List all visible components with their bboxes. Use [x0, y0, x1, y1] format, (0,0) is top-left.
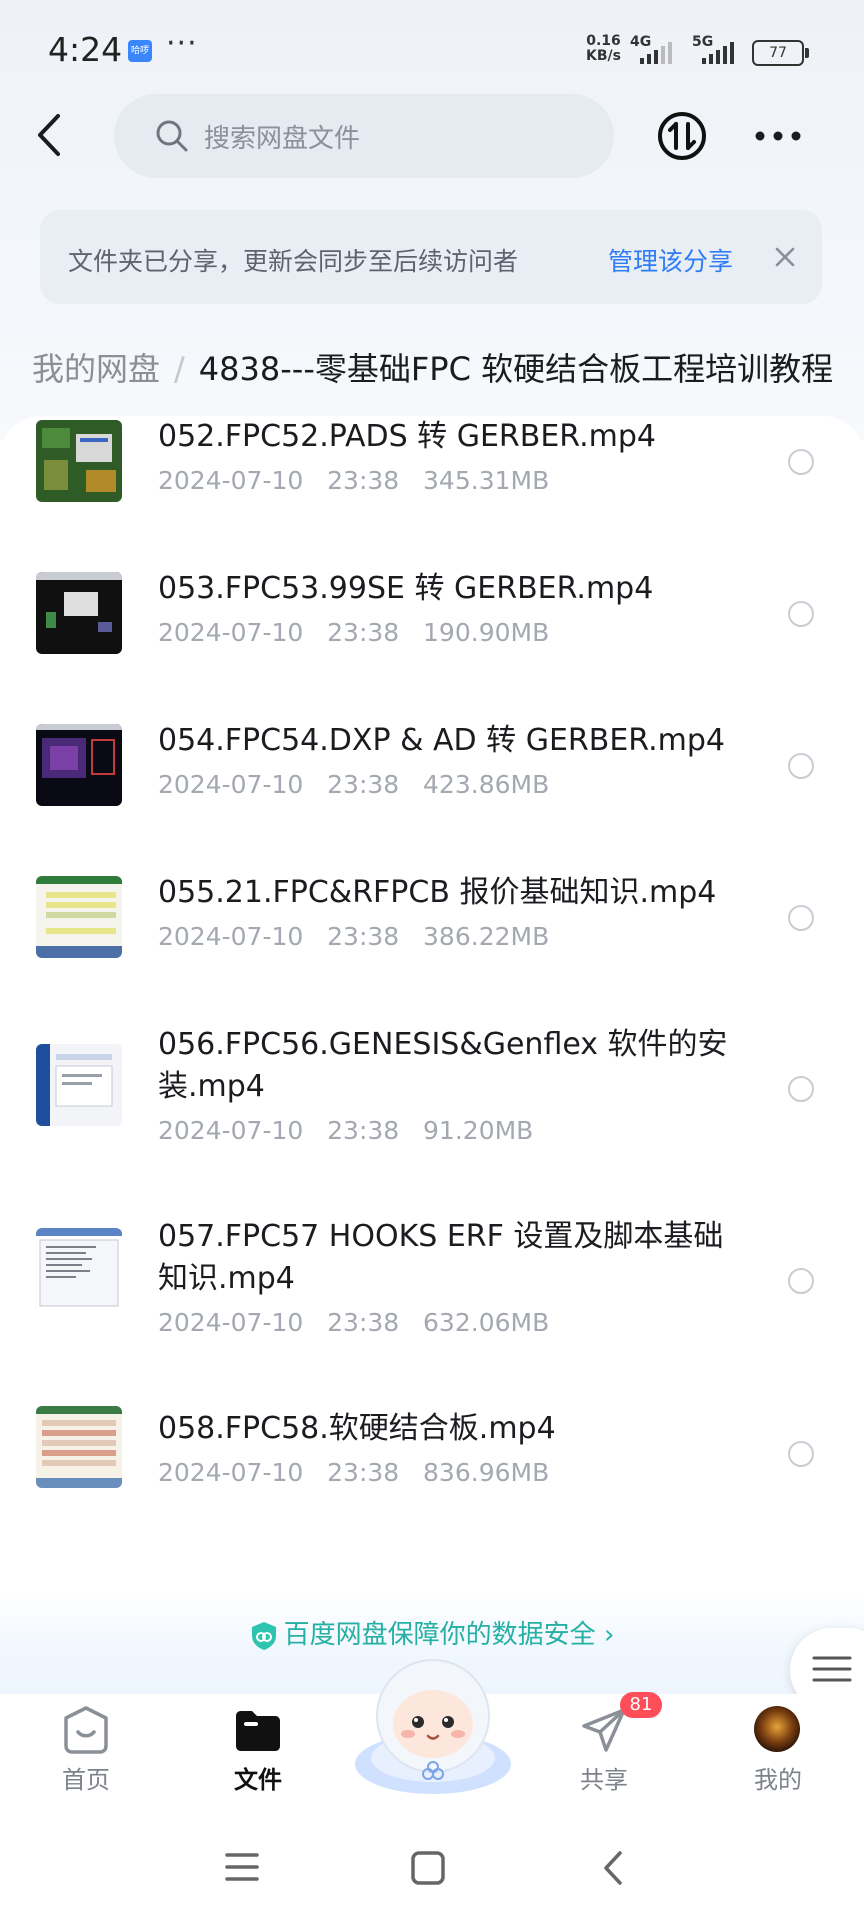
select-checkbox[interactable] — [788, 905, 814, 931]
folder-icon — [236, 1711, 280, 1751]
nav-files-label: 文件 — [234, 1766, 282, 1794]
manage-share-link[interactable]: 管理该分享 — [608, 242, 733, 278]
file-name: 053.FPC53.99SE 转 GERBER.mp4 — [158, 571, 654, 606]
file-meta: 2024-07-10 23:38 423.86MB — [158, 770, 549, 799]
file-name: 054.FPC54.DXP & AD 转 GERBER.mp4 — [158, 723, 725, 758]
nav-files[interactable]: 文件 — [198, 1694, 318, 1820]
search-placeholder: 搜索网盘文件 — [204, 124, 361, 154]
select-checkbox[interactable] — [788, 1076, 814, 1102]
select-checkbox[interactable] — [788, 601, 814, 627]
file-time: 23:38 — [327, 1308, 400, 1337]
nav-me-label: 我的 — [754, 1766, 802, 1794]
file-name: 055.21.FPC&RFPCB 报价基础知识.mp4 — [158, 875, 717, 910]
breadcrumb-separator: / — [174, 350, 185, 388]
transfer-icon[interactable] — [656, 110, 708, 162]
share-count-badge: 81 — [620, 1692, 662, 1718]
file-size: 190.90MB — [423, 618, 550, 647]
more-options-icon[interactable] — [754, 128, 802, 144]
network-speed: 0.16 KB/s — [586, 34, 621, 64]
more-notifications-icon: ··· — [166, 26, 198, 61]
select-checkbox[interactable] — [788, 1268, 814, 1294]
network-speed-unit: KB/s — [586, 48, 621, 64]
file-list: 052.FPC52.PADS 转 GERBER.mp4 2024-07-10 2… — [0, 416, 864, 1696]
system-navigation-bar — [0, 1820, 864, 1920]
shield-icon — [251, 1621, 276, 1650]
file-meta: 2024-07-10 23:38 836.96MB — [158, 1458, 549, 1487]
video-thumbnail-icon — [36, 1406, 122, 1488]
file-date: 2024-07-10 — [158, 618, 304, 647]
video-thumbnail-icon — [36, 1044, 122, 1126]
app-notification-icon: 哈啰 — [128, 40, 152, 62]
file-size: 423.86MB — [423, 770, 550, 799]
select-checkbox[interactable] — [788, 449, 814, 475]
file-date: 2024-07-10 — [158, 770, 304, 799]
file-size: 836.96MB — [423, 1458, 550, 1487]
file-size: 345.31MB — [423, 466, 550, 495]
share-notice-banner: 文件夹已分享，更新会同步至后续访问者 管理该分享 — [40, 210, 822, 304]
breadcrumb-current-folder: 4838---零基础FPC 软硬结合板工程培训教程 — [198, 350, 834, 388]
video-thumbnail-icon — [36, 724, 122, 806]
video-thumbnail-icon — [36, 1228, 122, 1310]
file-name: 052.FPC52.PADS 转 GERBER.mp4 — [158, 419, 656, 454]
network-speed-value: 0.16 — [586, 33, 621, 49]
file-time: 23:38 — [327, 466, 400, 495]
search-bar[interactable]: 搜索网盘文件 — [114, 94, 614, 178]
share-notice-text: 文件夹已分享，更新会同步至后续访问者 — [68, 247, 519, 276]
video-thumbnail-icon — [36, 572, 122, 654]
nav-home-label: 首页 — [62, 1766, 110, 1794]
file-time: 23:38 — [327, 922, 400, 951]
status-bar: 4:24 哈啰 ··· 0.16 KB/s 4G 5G 77 — [0, 0, 864, 100]
file-time: 23:38 — [327, 1458, 400, 1487]
file-date: 2024-07-10 — [158, 1308, 304, 1337]
file-size: 91.20MB — [423, 1116, 534, 1145]
file-size: 632.06MB — [423, 1308, 550, 1337]
file-time: 23:38 — [327, 1116, 400, 1145]
file-date: 2024-07-10 — [158, 1458, 304, 1487]
file-name: 058.FPC58.软硬结合板.mp4 — [158, 1411, 556, 1446]
nav-share-label: 共享 — [580, 1766, 628, 1794]
recent-apps-icon[interactable] — [224, 1850, 260, 1884]
file-meta: 2024-07-10 23:38 345.31MB — [158, 466, 549, 495]
breadcrumb: 我的网盘 / 4838---零基础FPC 软硬结合板工程培训教程 — [32, 344, 864, 390]
select-checkbox[interactable] — [788, 1441, 814, 1467]
file-date: 2024-07-10 — [158, 1116, 304, 1145]
file-name: 056.FPC56.GENESIS&Genflex 软件的安装.mp4 — [158, 1027, 728, 1104]
select-checkbox[interactable] — [788, 753, 814, 779]
file-meta: 2024-07-10 23:38 190.90MB — [158, 618, 549, 647]
close-icon[interactable] — [772, 244, 798, 270]
file-meta: 2024-07-10 23:38 91.20MB — [158, 1116, 533, 1145]
file-name: 057.FPC57 HOOKS ERF 设置及脚本基础知识.mp4 — [158, 1219, 724, 1296]
file-size: 386.22MB — [423, 922, 550, 951]
video-thumbnail-icon — [36, 876, 122, 958]
home-icon — [64, 1706, 108, 1754]
back-icon[interactable] — [30, 110, 70, 160]
file-meta: 2024-07-10 23:38 386.22MB — [158, 922, 549, 951]
file-time: 23:38 — [327, 770, 400, 799]
file-date: 2024-07-10 — [158, 466, 304, 495]
menu-icon — [812, 1656, 852, 1682]
system-back-icon[interactable] — [598, 1850, 628, 1886]
search-icon — [156, 120, 188, 152]
breadcrumb-root[interactable]: 我的网盘 — [32, 350, 160, 388]
battery-icon: 77 — [752, 40, 809, 66]
video-thumbnail-icon — [36, 420, 122, 502]
chevron-right-icon: › — [603, 1620, 615, 1650]
nav-home[interactable]: 首页 — [26, 1694, 146, 1820]
home-button-icon[interactable] — [410, 1850, 446, 1886]
avatar[interactable] — [754, 1706, 800, 1752]
file-date: 2024-07-10 — [158, 922, 304, 951]
assistant-mascot-icon[interactable] — [350, 1646, 516, 1796]
status-time: 4:24 — [48, 30, 123, 69]
file-meta: 2024-07-10 23:38 632.06MB — [158, 1308, 549, 1337]
file-time: 23:38 — [327, 618, 400, 647]
